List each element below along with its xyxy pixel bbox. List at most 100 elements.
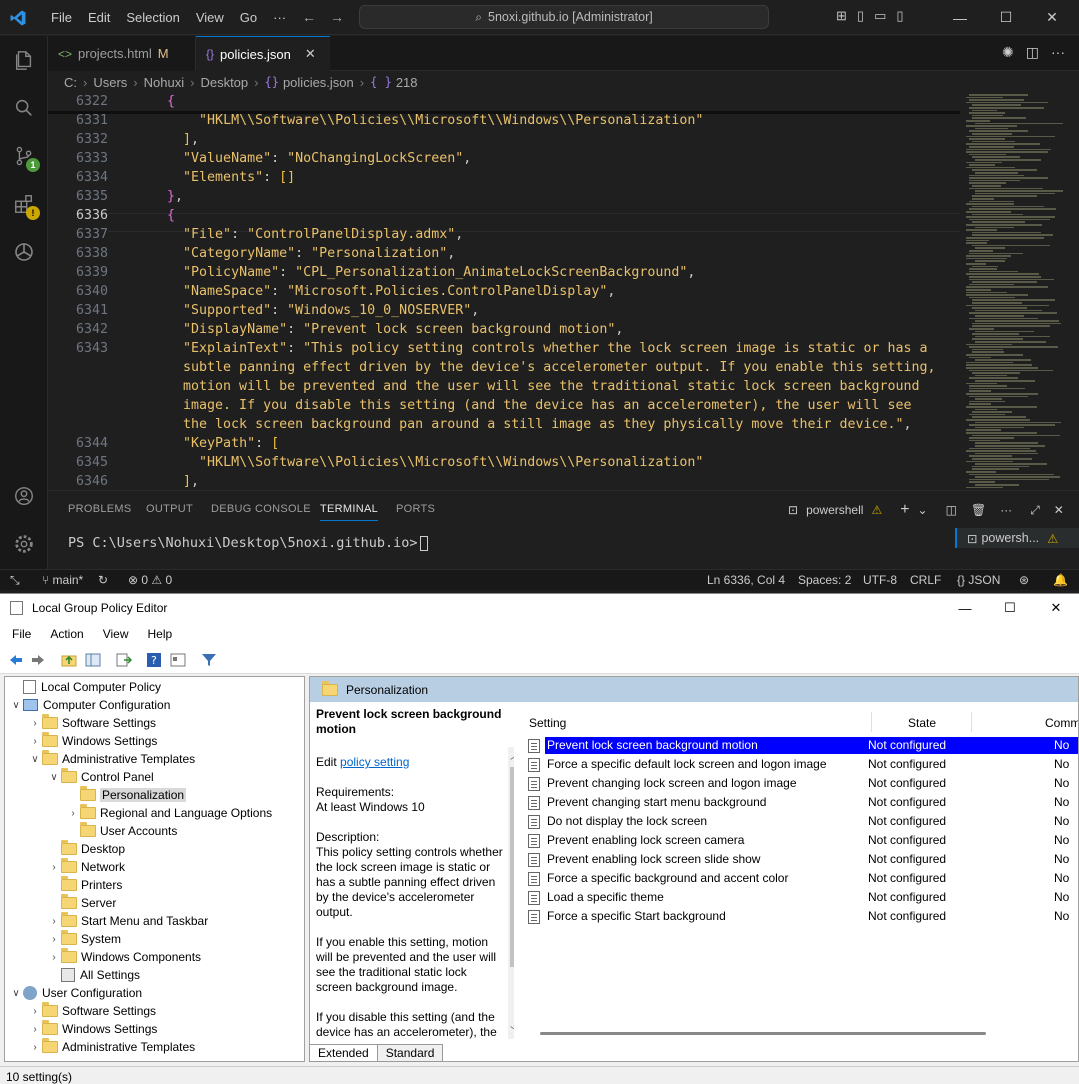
code-line[interactable]: 6333 "ValueName": "NoChangingLockScreen"… — [48, 149, 960, 168]
code-line[interactable]: motion will be prevented and the user wi… — [48, 377, 960, 396]
chevron-down-icon[interactable]: ⌄ — [918, 503, 928, 517]
breadcrumb-item[interactable]: Desktop — [200, 75, 248, 90]
tab-projects-html[interactable]: <> projects.html M — [48, 36, 196, 71]
tab-output[interactable]: OUTPUT — [146, 503, 193, 515]
expand-chevron-icon[interactable]: ∨ — [9, 700, 23, 711]
column-divider[interactable] — [971, 712, 972, 732]
expand-chevron-icon[interactable]: ∨ — [28, 754, 42, 765]
forward-arrow-icon[interactable]: → — [330, 9, 358, 25]
tree-item[interactable]: Desktop — [47, 840, 125, 858]
back-arrow-icon[interactable] — [8, 652, 24, 668]
more-actions-icon[interactable]: ··· — [1051, 44, 1065, 61]
toggle-panel-icon[interactable]: ▭ — [874, 8, 886, 24]
tree-item[interactable]: › Start Menu and Taskbar — [47, 912, 208, 930]
code-line[interactable]: 6340 "NameSpace": "Microsoft.Policies.Co… — [48, 282, 960, 301]
split-terminal-icon[interactable]: ◫ — [946, 503, 957, 517]
tab-ports[interactable]: PORTS — [396, 503, 435, 515]
close-icon[interactable]: ✕ — [1033, 594, 1079, 622]
cursor-position[interactable]: Ln 6336, Col 4 — [707, 573, 785, 587]
tree-item[interactable]: ∨ User Configuration — [9, 984, 142, 1002]
code-line[interactable]: 6343 "ExplainText": "This policy setting… — [48, 339, 960, 358]
code-line[interactable]: 6335 }, — [48, 187, 960, 206]
tree-item[interactable]: › Software Settings — [28, 714, 156, 732]
menu-edit[interactable]: Edit — [80, 10, 118, 25]
sync-icon[interactable]: ↻ — [98, 573, 108, 587]
column-comment[interactable]: Comm — [1045, 716, 1078, 730]
expand-chevron-icon[interactable]: › — [28, 1024, 42, 1035]
split-editor-icon[interactable]: ◫ — [1026, 44, 1039, 61]
setting-row[interactable]: Force a specific background and accent c… — [528, 869, 1078, 888]
help-icon[interactable]: ? — [146, 652, 162, 668]
tab-extended[interactable]: Extended — [309, 1044, 378, 1062]
tree-item[interactable]: ∨ Computer Configuration — [9, 696, 170, 714]
problems-indicator[interactable]: ⊗ 0 ⚠ 0 — [128, 573, 172, 587]
terminal-content[interactable]: PS C:\Users\Nohuxi\Desktop\5noxi.github.… — [68, 535, 428, 551]
accounts-icon[interactable] — [0, 472, 48, 520]
breadcrumb-item[interactable]: Users — [93, 75, 127, 90]
policy-setting-link[interactable]: policy setting — [340, 755, 409, 769]
language-mode[interactable]: {} JSON — [957, 573, 1000, 587]
breadcrumb-item[interactable]: C: — [64, 75, 77, 90]
menu-more[interactable]: ··· — [265, 10, 294, 25]
menu-file[interactable]: File — [5, 627, 38, 641]
breadcrumb-item[interactable]: Nohuxi — [144, 75, 184, 90]
code-line[interactable]: 6339 "PolicyName": "CPL_Personalization_… — [48, 263, 960, 282]
openai-icon[interactable]: ✺ — [1002, 44, 1014, 61]
tab-policies-json[interactable]: {} policies.json ✕ — [196, 36, 330, 71]
close-icon[interactable]: ✕ — [1029, 0, 1075, 35]
code-line[interactable]: 6336 { — [48, 206, 960, 225]
tree-item[interactable]: › Regional and Language Options — [66, 804, 272, 822]
setting-row[interactable]: Force a specific default lock screen and… — [528, 755, 1078, 774]
tree-item[interactable]: Printers — [47, 876, 122, 894]
settings-gear-icon[interactable] — [0, 520, 48, 568]
menu-help[interactable]: Help — [141, 627, 180, 641]
code-line[interactable]: 6345 "HKLM\\Software\\Policies\\Microsof… — [48, 453, 960, 472]
tree-item[interactable]: › Administrative Templates — [28, 1038, 195, 1056]
menu-go[interactable]: Go — [232, 10, 265, 25]
code-line[interactable]: 6342 "DisplayName": "Prevent lock screen… — [48, 320, 960, 339]
breadcrumb-item[interactable]: 218 — [396, 75, 418, 90]
chatgpt-icon[interactable] — [0, 228, 48, 276]
properties-icon[interactable] — [170, 652, 186, 668]
code-line[interactable]: 6332 ], — [48, 130, 960, 149]
code-line[interactable]: 6337 "File": "ControlPanelDisplay.admx", — [48, 225, 960, 244]
forward-arrow-icon[interactable] — [30, 652, 46, 668]
more-actions-icon[interactable]: ··· — [1000, 503, 1012, 517]
setting-row[interactable]: Force a specific Start background Not con… — [528, 907, 1078, 926]
expand-chevron-icon[interactable]: ∨ — [9, 988, 23, 999]
expand-chevron-icon[interactable]: › — [28, 736, 42, 747]
encoding[interactable]: UTF-8 — [863, 573, 897, 587]
code-editor[interactable]: 6322 {6331 "HKLM\\Software\\Policies\\Mi… — [48, 92, 960, 490]
customize-layout-icon[interactable]: ⊞ — [836, 8, 847, 24]
menu-selection[interactable]: Selection — [118, 10, 187, 25]
minimize-icon[interactable]: — — [937, 0, 983, 35]
maximize-icon[interactable]: ☐ — [983, 0, 1029, 35]
tree-item[interactable]: Personalization — [66, 786, 187, 804]
setting-row[interactable]: Prevent changing lock screen and logon i… — [528, 774, 1078, 793]
notifications-bell-icon[interactable]: 🔔 — [1053, 573, 1068, 587]
setting-row[interactable]: Prevent changing start menu background No… — [528, 793, 1078, 812]
up-folder-icon[interactable] — [61, 652, 77, 668]
menu-action[interactable]: Action — [43, 627, 90, 641]
new-terminal-plus-icon[interactable]: + — [900, 501, 909, 519]
tree-item[interactable]: › Windows Settings — [28, 1020, 157, 1038]
command-center[interactable]: ⌕ 5noxi.github.io [Administrator] — [359, 5, 769, 29]
expand-chevron-icon[interactable]: › — [47, 934, 61, 945]
menu-file[interactable]: File — [43, 10, 80, 25]
code-line[interactable]: subtle panning effect driven by the devi… — [48, 358, 960, 377]
tab-problems[interactable]: PROBLEMS — [68, 503, 132, 515]
maximize-panel-icon[interactable]: ⤢ — [1030, 503, 1040, 518]
tree-item[interactable]: All Settings — [47, 966, 140, 984]
code-line[interactable]: 6346 ], — [48, 472, 960, 490]
setting-row[interactable]: Prevent enabling lock screen slide show N… — [528, 850, 1078, 869]
code-line[interactable]: the lock screen background pan around a … — [48, 415, 960, 434]
tree-item[interactable]: ∨ Control Panel — [47, 768, 154, 786]
tree-item[interactable]: ∨ Administrative Templates — [28, 750, 195, 768]
toggle-primary-sidebar-icon[interactable]: ▯ — [857, 8, 864, 24]
setting-row[interactable]: Prevent enabling lock screen camera Not c… — [528, 831, 1078, 850]
toggle-secondary-sidebar-icon[interactable]: ▯ — [896, 8, 903, 24]
line-ending[interactable]: CRLF — [910, 573, 941, 587]
source-control-icon[interactable]: 1 — [0, 132, 48, 180]
menu-view[interactable]: View — [188, 10, 232, 25]
tree-item[interactable]: › Software Settings — [28, 1002, 156, 1020]
